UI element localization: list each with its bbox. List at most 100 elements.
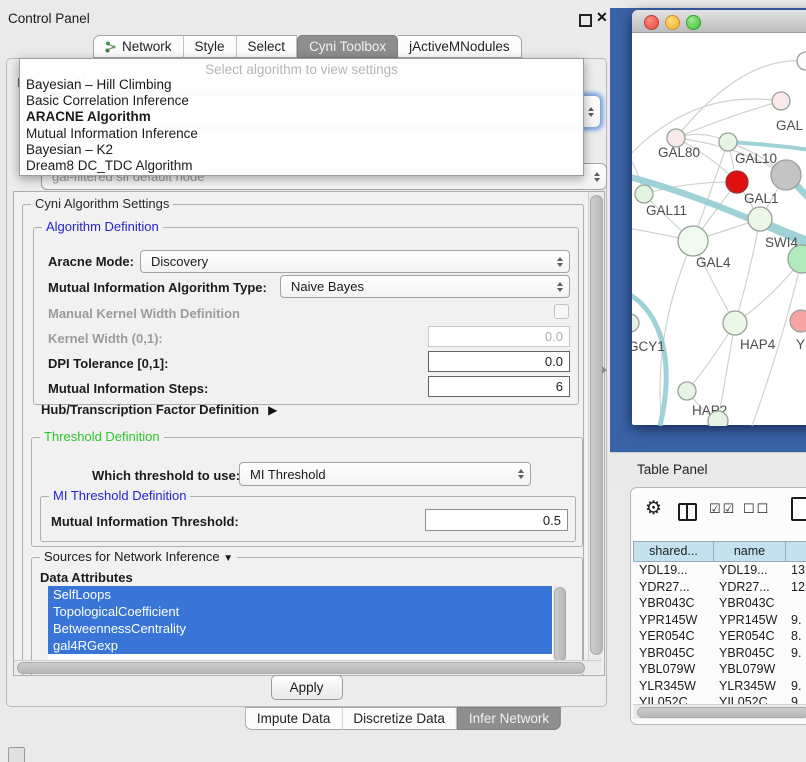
table-row[interactable]: YPR145WYPR145W9. — [633, 612, 806, 629]
mi-steps-field[interactable]: 6 — [428, 376, 570, 397]
table-cell[interactable] — [785, 661, 806, 678]
kernel-width-field[interactable]: 0.0 — [428, 326, 570, 347]
tab-style[interactable]: Style — [184, 35, 237, 58]
table-cell[interactable]: YDR27... — [713, 579, 785, 596]
algorithm-option[interactable]: Dream8 DC_TDC Algorithm — [20, 158, 583, 174]
network-node[interactable] — [772, 92, 790, 110]
data-attribute-item[interactable]: BetweennessCentrality — [48, 620, 552, 637]
tab-discretize-data[interactable]: Discretize Data — [342, 707, 457, 730]
algorithm-option[interactable]: Bayesian – K2 — [20, 142, 583, 158]
collapse-down-icon[interactable]: ▼ — [223, 553, 233, 564]
column-header-third[interactable] — [786, 541, 806, 562]
float-panel-icon[interactable] — [579, 14, 592, 27]
table-cell[interactable]: YBL079W — [633, 661, 713, 678]
table-cell[interactable]: YPR145W — [633, 612, 713, 629]
network-node[interactable] — [678, 382, 696, 400]
manual-kernel-checkbox[interactable] — [554, 304, 569, 319]
network-node[interactable] — [632, 314, 639, 332]
table-cell[interactable]: YBR045C — [633, 645, 713, 662]
table-cell[interactable]: YDR27... — [633, 579, 713, 596]
table-cell[interactable]: 9. — [785, 645, 806, 662]
table-row[interactable]: YER054CYER054C8. — [633, 628, 806, 645]
tab-impute-data[interactable]: Impute Data — [245, 707, 343, 730]
table-cell[interactable]: YBR045C — [713, 645, 785, 662]
network-node[interactable] — [748, 207, 772, 231]
table-cell[interactable]: YER054C — [633, 628, 713, 645]
table-cell[interactable] — [785, 595, 806, 612]
tab-network[interactable]: Network — [93, 35, 184, 58]
table-horizontal-scrollbar[interactable] — [633, 704, 806, 719]
tab-cyni-toolbox[interactable]: Cyni Toolbox — [297, 35, 398, 58]
which-threshold-combo[interactable]: MI Threshold — [239, 462, 531, 486]
page-icon[interactable] — [791, 497, 806, 521]
table-cell[interactable]: YBR043C — [713, 595, 785, 612]
tab-select[interactable]: Select — [237, 35, 298, 58]
table-cell[interactable]: 8. — [785, 628, 806, 645]
network-node[interactable] — [635, 185, 653, 203]
minimize-button[interactable] — [665, 15, 680, 30]
table-cell[interactable]: YDL19... — [713, 562, 785, 579]
network-node[interactable] — [723, 311, 747, 335]
table-cell[interactable]: YDL19... — [633, 562, 713, 579]
algorithm-option[interactable]: Mutual Information Inference — [20, 126, 583, 142]
close-button[interactable] — [644, 15, 659, 30]
column-header-name[interactable]: name — [714, 541, 786, 562]
network-node[interactable] — [719, 133, 737, 151]
network-node[interactable] — [790, 310, 806, 332]
table-cell[interactable]: 9. — [785, 678, 806, 695]
close-panel-icon[interactable]: ✕ — [596, 9, 608, 26]
table-cell[interactable]: YIL052C — [713, 694, 785, 704]
select-all-icon[interactable]: ☑☑ — [709, 501, 736, 517]
table-row[interactable]: YBR045CYBR045C9. — [633, 645, 806, 662]
table-row[interactable]: YIL052CYIL052C9. — [633, 694, 806, 704]
table-cell[interactable]: YER054C — [713, 628, 785, 645]
data-attribute-item[interactable]: gal4RGexp — [48, 637, 552, 654]
table-cell[interactable]: 9. — [785, 694, 806, 704]
algorithm-option[interactable]: ARACNE Algorithm — [20, 109, 583, 125]
table-row[interactable]: YDL19...YDL19...13 — [633, 562, 806, 579]
column-header-shared-name[interactable]: shared... — [633, 541, 714, 562]
columns-icon[interactable] — [678, 503, 697, 521]
algorithm-option[interactable]: Bayesian – Hill Climbing — [20, 77, 583, 93]
network-node[interactable] — [708, 411, 728, 426]
table-cell[interactable]: YBL079W — [713, 661, 785, 678]
splitter-handle-icon[interactable] — [602, 366, 607, 374]
dpi-tolerance-field[interactable]: 0.0 — [428, 351, 570, 372]
settings-horizontal-scrollbar[interactable] — [14, 660, 602, 674]
hub-definition-toggle[interactable]: Hub/Transcription Factor Definition ▶ — [41, 402, 277, 417]
settings-vertical-scrollbar[interactable] — [588, 192, 603, 660]
deselect-all-icon[interactable]: ☐☐ — [743, 501, 770, 517]
data-attribute-item[interactable]: TopologicalCoefficient — [48, 603, 552, 620]
mi-type-combo[interactable]: Naive Bayes — [280, 275, 570, 298]
algorithm-option[interactable]: Basic Correlation Inference — [20, 93, 583, 109]
table-cell[interactable]: 12 — [785, 579, 806, 596]
table-row[interactable]: YBL079WYBL079W — [633, 661, 806, 678]
network-node[interactable] — [797, 52, 806, 70]
table-cell[interactable]: YLR345W — [713, 678, 785, 695]
table-cell[interactable]: YIL052C — [633, 694, 713, 704]
network-node-label: GAL11 — [646, 203, 687, 218]
mi-threshold-field[interactable]: 0.5 — [425, 509, 568, 531]
tab-jactivemnodules[interactable]: jActiveMNodules — [398, 35, 522, 58]
aracne-mode-combo[interactable]: Discovery — [140, 250, 570, 273]
data-attribute-item[interactable]: SelfLoops — [48, 586, 552, 603]
table-cell[interactable]: YLR345W — [633, 678, 713, 695]
table-cell[interactable]: YPR145W — [713, 612, 785, 629]
table-cell[interactable]: YBR043C — [633, 595, 713, 612]
network-node[interactable] — [726, 171, 748, 193]
table-row[interactable]: YBR043CYBR043C — [633, 595, 806, 612]
network-node[interactable] — [771, 160, 801, 190]
table-row[interactable]: YDR27...YDR27...12 — [633, 579, 806, 596]
table-cell[interactable]: 13 — [785, 562, 806, 579]
table-cell[interactable]: 9. — [785, 612, 806, 629]
attributes-scrollbar[interactable] — [553, 586, 566, 662]
apply-button[interactable]: Apply — [271, 675, 343, 700]
network-canvas[interactable]: GALGAL80GAL10GAL1GAL11GAL4SWI4GCY1HAP4YH… — [632, 33, 806, 426]
tab-infer-network[interactable]: Infer Network — [457, 707, 561, 730]
network-node[interactable] — [678, 226, 708, 256]
table-row[interactable]: YLR345WYLR345W9. — [633, 678, 806, 695]
zoom-button[interactable] — [686, 15, 701, 30]
tab-select-label: Select — [248, 39, 286, 54]
gear-icon[interactable]: ⚙ — [645, 497, 662, 520]
panel-grip-icon[interactable] — [8, 747, 25, 762]
